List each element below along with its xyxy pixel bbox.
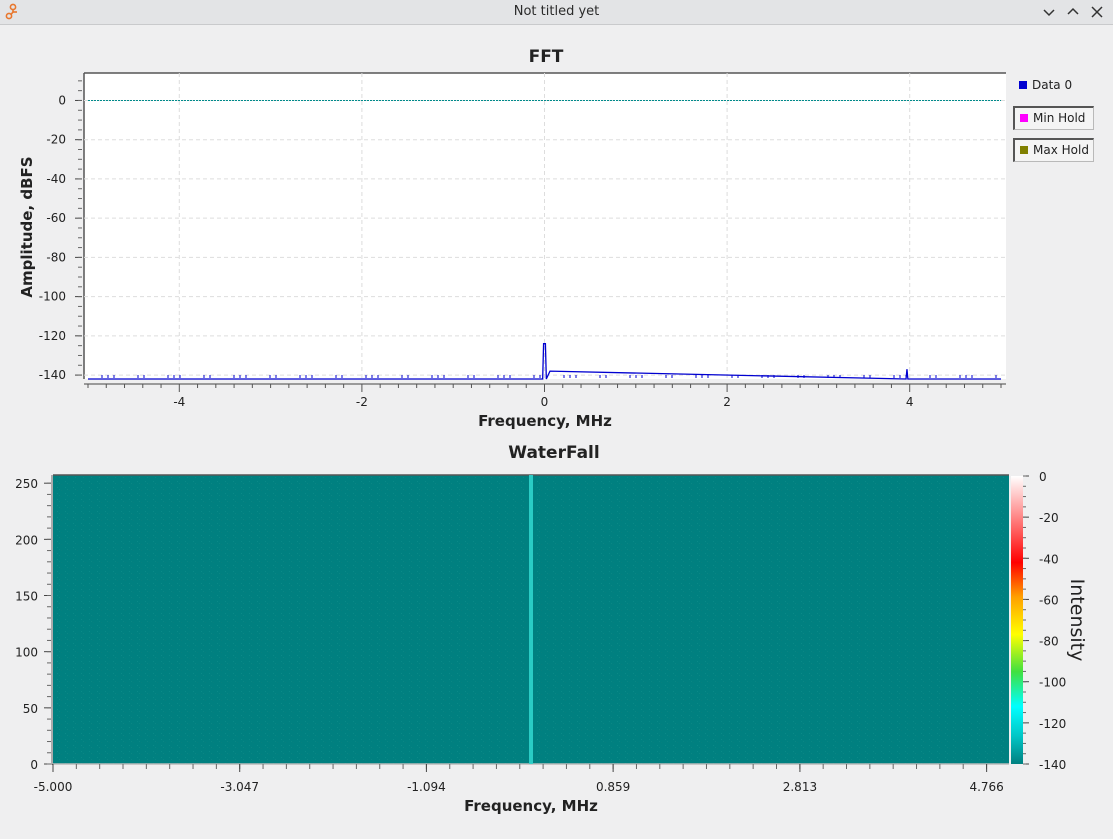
legend-swatch <box>1019 81 1027 89</box>
chevron-down-icon <box>1043 9 1055 17</box>
fft-x-axis: -4 -2 0 2 4 <box>84 383 1006 409</box>
colorbar-axis: 0 -20 -40 -60 -80 -100 -120 -140 <box>1023 470 1066 772</box>
colorbar-tick-label: -100 <box>1039 676 1066 690</box>
fft-y-tick-label: -80 <box>46 250 66 264</box>
waterfall-y-tick-label: 50 <box>23 702 38 716</box>
waterfall-x-tick-label: 0.859 <box>596 780 630 794</box>
chevron-up-icon <box>1067 7 1079 15</box>
legend-label: Min Hold <box>1033 111 1086 125</box>
maximize-button[interactable] <box>1062 2 1084 22</box>
fft-plot: FFT 0-20-40-60-80-100-120-140 -4 -2 0 2 4 Fr… <box>18 47 1006 430</box>
legend-swatch <box>1020 114 1028 122</box>
colorbar-tick-label: -80 <box>1039 635 1059 649</box>
legend-item-min-hold[interactable]: Min Hold <box>1013 106 1094 130</box>
waterfall-panel: WaterFall 0 50 100 150 200 250 -5.000 -3.047 -1… <box>0 438 1113 835</box>
fft-x-tick-label: 2 <box>723 395 731 409</box>
waterfall-y-axis: 0 50 100 150 200 250 <box>15 477 51 772</box>
waterfall-y-tick-label: 150 <box>15 590 38 604</box>
legend-swatch <box>1020 146 1028 154</box>
fft-x-tick-label: 4 <box>906 395 914 409</box>
legend-label: Max Hold <box>1033 143 1089 157</box>
intensity-colorbar <box>1011 476 1023 764</box>
fft-y-axis: 0 -20 -40 -60 -80 -100 -120 -140 <box>39 80 82 382</box>
legend-item-max-hold[interactable]: Max Hold <box>1013 138 1094 162</box>
legend-item-data-0[interactable]: Data 0 <box>1013 74 1094 98</box>
window-title: Not titled yet <box>513 4 600 19</box>
waterfall-x-axis-label: Frequency, MHz <box>464 797 598 815</box>
fft-y-tick-label: -120 <box>39 329 66 343</box>
colorbar-tick-label: -40 <box>1039 552 1059 566</box>
fft-x-tick-label: 0 <box>541 395 549 409</box>
fft-x-tick-label: -2 <box>356 395 368 409</box>
waterfall-plot: WaterFall 0 50 100 150 200 250 -5.000 -3.047 -1… <box>15 443 1088 815</box>
colorbar-label: Intensity <box>1066 579 1088 662</box>
waterfall-x-tick-label: -5.000 <box>34 780 73 794</box>
waterfall-x-tick-label: -3.047 <box>220 780 259 794</box>
waterfall-x-tick-label: -1.094 <box>407 780 446 794</box>
close-button[interactable] <box>1086 2 1108 22</box>
fft-y-tick-label: -20 <box>46 133 66 147</box>
waterfall-y-tick-label: 250 <box>15 477 38 491</box>
waterfall-x-axis: -5.000 -3.047 -1.094 0.859 2.813 4.766 <box>34 764 1004 794</box>
waterfall-y-tick-label: 0 <box>30 758 38 772</box>
fft-title: FFT <box>529 47 564 67</box>
legend-label: Data 0 <box>1032 78 1073 92</box>
colorbar-tick-label: -140 <box>1039 758 1066 772</box>
fft-y-axis-label: Amplitude, dBFS <box>18 156 36 297</box>
colorbar-tick-label: 0 <box>1039 470 1047 484</box>
fft-y-tick-label: -140 <box>39 368 66 382</box>
fft-panel: FFT 0 -20 -40 -60 -80 -100 -120 -140 -4 -2 0 2 4 Fr… <box>0 25 1113 435</box>
fft-y-tick-label: -100 <box>39 290 66 304</box>
colorbar-tick-label: -60 <box>1039 593 1059 607</box>
waterfall-y-tick-label: 200 <box>15 533 38 547</box>
fft-y-tick-label: -40 <box>46 172 66 186</box>
colorbar-tick-label: -120 <box>1039 717 1066 731</box>
waterfall-signal-trace <box>529 475 533 764</box>
close-icon <box>1091 6 1103 18</box>
waterfall-x-tick-label: 2.813 <box>783 780 817 794</box>
waterfall-x-tick-label: 4.766 <box>969 780 1003 794</box>
fft-y-tick-label: 0 <box>58 93 66 107</box>
minimize-button[interactable] <box>1038 2 1060 22</box>
waterfall-y-tick-label: 100 <box>15 646 38 660</box>
colorbar-tick-label: -20 <box>1039 511 1059 525</box>
fft-x-tick-label: -4 <box>173 395 185 409</box>
fft-y-tick-label: -60 <box>46 211 66 225</box>
fft-x-axis-label: Frequency, MHz <box>478 412 612 430</box>
window-titlebar: Not titled yet <box>0 0 1113 25</box>
waterfall-title: WaterFall <box>508 443 599 463</box>
